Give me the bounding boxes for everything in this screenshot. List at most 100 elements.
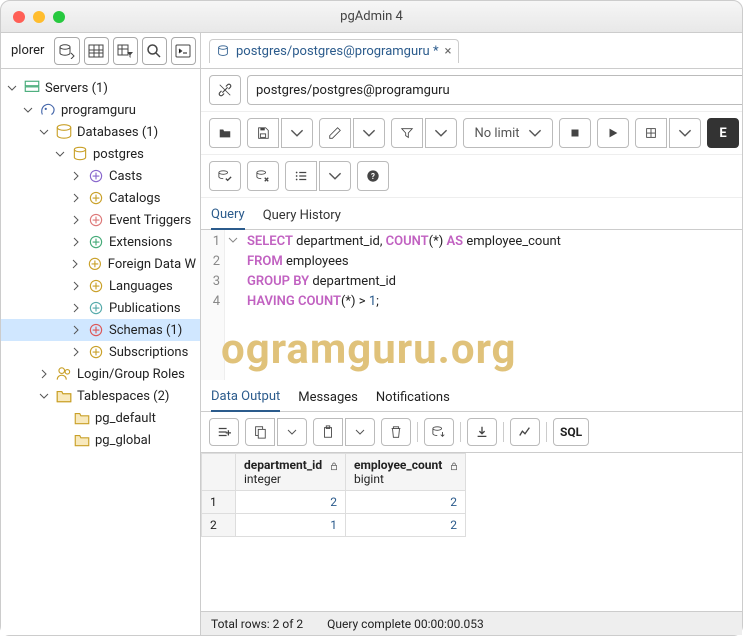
tree-item[interactable]: Subscriptions <box>1 341 200 363</box>
chevron-right-icon[interactable] <box>69 191 83 205</box>
folder-icon <box>55 387 73 405</box>
object-tree[interactable]: Servers (1) programguru Databases (1) <box>1 69 200 635</box>
tab-query[interactable]: Query <box>211 207 245 230</box>
chevron-down-icon[interactable] <box>5 81 19 95</box>
graph-button[interactable] <box>510 418 540 446</box>
close-tab-button[interactable]: × <box>445 44 452 59</box>
edit-menu-button[interactable] <box>353 118 385 148</box>
lock-icon <box>329 460 339 474</box>
chevron-right-icon[interactable] <box>69 323 83 337</box>
tree-login-roles[interactable]: Login/Group Roles <box>1 363 200 385</box>
tree-item[interactable]: Casts <box>1 165 200 187</box>
execute-button[interactable] <box>597 118 629 148</box>
explain-button[interactable] <box>635 118 667 148</box>
row-num-header <box>202 454 236 491</box>
status-time: Query complete 00:00:00.053 <box>327 617 484 631</box>
format-button[interactable] <box>285 161 317 191</box>
chevron-right-icon[interactable] <box>68 257 82 271</box>
sql-mode-button[interactable]: SQL <box>553 418 589 446</box>
chevron-right-icon[interactable] <box>69 279 83 293</box>
copy-button[interactable] <box>245 418 275 446</box>
db-x-icon <box>256 169 270 183</box>
tree-label: Subscriptions <box>109 345 188 360</box>
chevron-right-icon[interactable] <box>69 213 83 227</box>
connection-status-button[interactable] <box>209 75 241 105</box>
tree-item[interactable]: Schemas (1) <box>1 319 200 341</box>
item-icon <box>87 343 105 361</box>
rollback-button[interactable] <box>247 161 279 191</box>
tree-servers[interactable]: Servers (1) <box>1 77 200 99</box>
tree-item[interactable]: Extensions <box>1 231 200 253</box>
editor-tab[interactable]: postgres/postgres@programguru * × <box>209 39 459 63</box>
explain-menu-button[interactable] <box>669 118 701 148</box>
help-button[interactable]: ? <box>357 161 389 191</box>
sql-editor[interactable]: 1 2 3 4 SELECT department_id, COUNT(*) A… <box>201 230 742 380</box>
chevron-right-icon[interactable] <box>69 235 83 249</box>
tab-query-history[interactable]: Query History <box>263 208 341 229</box>
chevron-down-icon[interactable] <box>21 103 35 117</box>
save-results-button[interactable] <box>424 418 454 446</box>
tree-item[interactable]: Foreign Data W <box>1 253 200 275</box>
tab-notifications[interactable]: Notifications <box>376 390 450 411</box>
query-tool-button[interactable] <box>54 37 79 65</box>
item-icon <box>87 189 105 207</box>
chevron-right-icon[interactable] <box>69 301 83 315</box>
chevron-down-icon[interactable] <box>53 147 67 161</box>
chevron-down-icon[interactable] <box>37 125 51 139</box>
search-button[interactable] <box>142 37 167 65</box>
commit-button[interactable] <box>209 161 241 191</box>
tree-item[interactable]: Event Triggers <box>1 209 200 231</box>
tab-messages[interactable]: Messages <box>298 390 358 411</box>
chevron-down-icon[interactable] <box>228 235 238 245</box>
cell[interactable]: 1 <box>236 514 346 537</box>
filter-rows-button[interactable] <box>113 37 138 65</box>
save-button[interactable] <box>247 118 279 148</box>
connection-selector[interactable]: postgres/postgres@programguru <box>247 75 742 105</box>
bars-plus-icon <box>217 425 231 439</box>
format-menu-button[interactable] <box>319 161 351 191</box>
delete-row-button[interactable] <box>381 418 411 446</box>
tree-database[interactable]: postgres <box>1 143 200 165</box>
tree-item[interactable]: Catalogs <box>1 187 200 209</box>
cell[interactable]: 2 <box>346 491 466 514</box>
table-row[interactable]: 1 2 2 <box>202 491 466 514</box>
cell[interactable]: 2 <box>346 514 466 537</box>
column-header[interactable]: department_id integer <box>236 454 346 491</box>
paste-menu-button[interactable] <box>345 418 375 446</box>
tree-item[interactable]: Languages <box>1 275 200 297</box>
main-toolbar: No limit E <box>201 112 742 155</box>
stop-button[interactable] <box>559 118 591 148</box>
cell[interactable]: 2 <box>236 491 346 514</box>
copy-menu-button[interactable] <box>277 418 307 446</box>
help-icon: ? <box>366 169 380 183</box>
chevron-right-icon[interactable] <box>69 169 83 183</box>
psql-button[interactable] <box>171 37 196 65</box>
table-row[interactable]: 2 1 2 <box>202 514 466 537</box>
tree-label: Publications <box>109 301 181 316</box>
tab-data-output[interactable]: Data Output <box>211 389 280 412</box>
tree-server[interactable]: programguru <box>1 99 200 121</box>
column-header[interactable]: employee_count bigint <box>346 454 466 491</box>
roles-icon <box>55 365 73 383</box>
chevron-right-icon[interactable] <box>69 345 83 359</box>
filter-menu-button[interactable] <box>425 118 457 148</box>
tree-item[interactable]: pg_global <box>1 429 200 451</box>
explain-analyze-button[interactable]: E <box>707 118 739 148</box>
download-button[interactable] <box>467 418 497 446</box>
results-grid[interactable]: department_id integer employee_count big… <box>201 453 742 537</box>
edit-button[interactable] <box>319 118 351 148</box>
filter-button[interactable] <box>391 118 423 148</box>
paste-button[interactable] <box>313 418 343 446</box>
chevron-right-icon[interactable] <box>37 367 51 381</box>
tree-tablespaces[interactable]: Tablespaces (2) <box>1 385 200 407</box>
list-icon <box>294 169 308 183</box>
tree-item[interactable]: pg_default <box>1 407 200 429</box>
tree-databases[interactable]: Databases (1) <box>1 121 200 143</box>
view-data-button[interactable] <box>84 37 109 65</box>
tree-item[interactable]: Publications <box>1 297 200 319</box>
add-row-button[interactable] <box>209 418 239 446</box>
limit-selector[interactable]: No limit <box>463 118 553 148</box>
chevron-down-icon[interactable] <box>37 389 51 403</box>
save-menu-button[interactable] <box>281 118 313 148</box>
open-file-button[interactable] <box>209 118 241 148</box>
